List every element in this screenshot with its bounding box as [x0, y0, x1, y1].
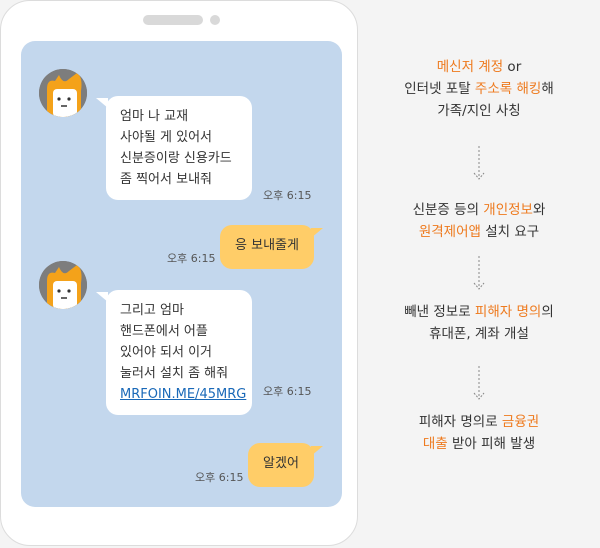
- flow-text: 빼낸 정보로: [404, 304, 475, 320]
- flow-step-3: 빼낸 정보로 피해자 명의의 휴대폰, 계좌 개설: [358, 301, 600, 345]
- flow-text: 신분증 등의: [412, 202, 484, 218]
- message-line: 사야될 게 있어서: [120, 130, 212, 145]
- avatar: [39, 69, 87, 117]
- flow-row: 대출 받아 피해 발생: [358, 433, 600, 455]
- flow-text: 의: [541, 304, 554, 320]
- chat-screen: 엄마 나 교재 사야될 게 있어서 신분증이랑 신용카드 좀 찍어서 보내줘 오…: [21, 41, 342, 507]
- message-time: 오후 6:15: [263, 385, 312, 398]
- flow-row: 휴대폰, 계좌 개설: [429, 326, 529, 342]
- highlight-text: 대출: [422, 436, 448, 452]
- bubble-tail: [311, 446, 323, 456]
- phone-camera: [210, 15, 220, 25]
- flow-text: or: [503, 59, 522, 75]
- flow-text: 설치 요구: [480, 224, 540, 240]
- phishing-link[interactable]: MRFOIN.ME/45MRG: [120, 384, 246, 405]
- flow-row: 신분증 등의 개인정보와: [358, 199, 600, 221]
- bubble-tail: [311, 228, 323, 238]
- message-line: 신분증이랑 신용카드: [120, 151, 232, 166]
- highlight-text: 금융권: [501, 414, 540, 430]
- flow-row: 인터넷 포탈 주소록 해킹해: [358, 78, 600, 100]
- dotted-down-arrow-icon: [473, 146, 485, 180]
- flow-row: 메신저 계정 or: [358, 56, 600, 78]
- message-line: 눌러서 설치 좀 해줘: [120, 366, 229, 381]
- message-line: 좀 찍어서 보내줘: [120, 172, 212, 187]
- dotted-down-arrow-icon: [473, 256, 485, 290]
- message-line: 그리고 엄마: [120, 303, 184, 318]
- flow-text: 와: [532, 202, 546, 218]
- flow-row: 가족/지인 사칭: [437, 103, 521, 119]
- sent-message-bubble: 알겠어: [248, 443, 314, 487]
- flow-row: 피해자 명의로 금융권: [358, 411, 600, 433]
- flow-text: 받아 피해 발생: [447, 436, 536, 452]
- character-face-icon: [39, 69, 87, 117]
- flow-step-4: 피해자 명의로 금융권 대출 받아 피해 발생: [358, 411, 600, 455]
- phone-speaker: [143, 15, 203, 25]
- highlight-text: 피해자 명의: [474, 304, 542, 320]
- flow-text: 해: [541, 81, 554, 97]
- highlight-text: 원격제어앱: [418, 224, 481, 240]
- flow-step-2: 신분증 등의 개인정보와 원격제어앱 설치 요구: [358, 199, 600, 243]
- flow-row: 원격제어앱 설치 요구: [358, 221, 600, 243]
- character-face-icon: [39, 261, 87, 309]
- message-line: 엄마 나 교재: [120, 109, 189, 124]
- phone-frame: 엄마 나 교재 사야될 게 있어서 신분증이랑 신용카드 좀 찍어서 보내줘 오…: [0, 0, 358, 546]
- highlight-text: 주소록 해킹: [474, 81, 542, 97]
- highlight-text: 개인정보: [483, 202, 533, 218]
- flow-text: 인터넷 포탈: [404, 81, 475, 97]
- message-line: 있어야 되서 이거: [120, 345, 212, 360]
- flow-step-1: 메신저 계정 or 인터넷 포탈 주소록 해킹해 가족/지인 사칭: [358, 56, 600, 122]
- flow-row: 빼낸 정보로 피해자 명의의: [358, 301, 600, 323]
- message-time: 오후 6:15: [263, 189, 312, 202]
- avatar: [39, 261, 87, 309]
- message-time: 오후 6:15: [167, 252, 216, 265]
- received-message-bubble: 엄마 나 교재 사야될 게 있어서 신분증이랑 신용카드 좀 찍어서 보내줘: [106, 96, 252, 200]
- highlight-text: 메신저 계정: [436, 59, 504, 75]
- received-message-bubble: 그리고 엄마 핸드폰에서 어플 있어야 되서 이거 눌러서 설치 좀 해줘 MR…: [106, 290, 252, 415]
- sent-message-bubble: 응 보내줄게: [220, 225, 314, 269]
- message-line: 핸드폰에서 어플: [120, 324, 208, 339]
- message-time: 오후 6:15: [195, 471, 244, 484]
- dotted-down-arrow-icon: [473, 366, 485, 400]
- flow-text: 피해자 명의로: [418, 414, 502, 430]
